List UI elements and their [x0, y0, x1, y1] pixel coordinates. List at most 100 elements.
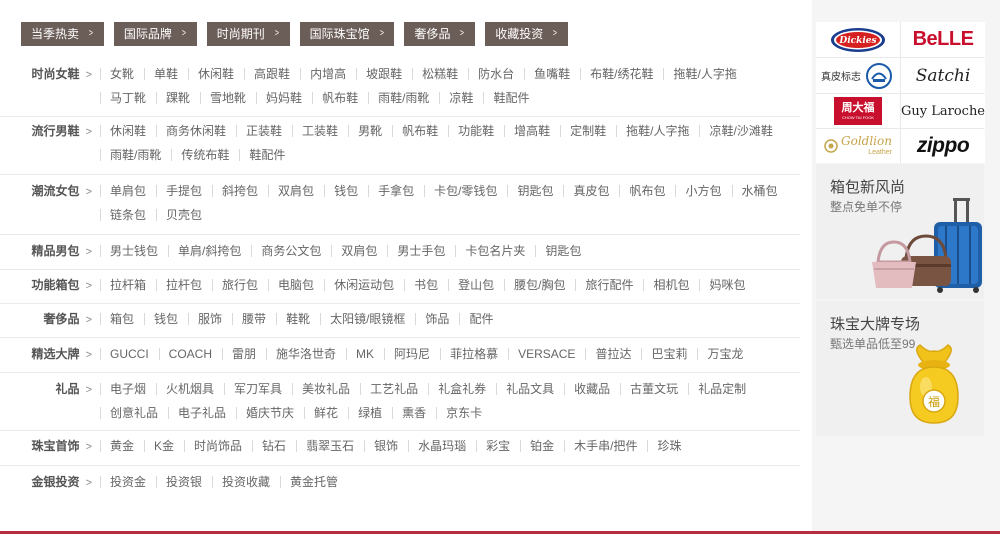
- subcategory-link[interactable]: 定制鞋: [560, 119, 616, 143]
- subcategory-link[interactable]: 商务休闲鞋: [156, 119, 236, 143]
- subcategory-link[interactable]: 凉鞋/沙滩鞋: [699, 119, 782, 143]
- subcategory-link[interactable]: 军刀军具: [224, 377, 292, 401]
- subcategory-link[interactable]: 松糕鞋: [412, 62, 468, 86]
- category-title[interactable]: 潮流女包 >: [0, 179, 100, 227]
- subcategory-link[interactable]: 钥匙包: [507, 179, 563, 203]
- subcategory-link[interactable]: 单鞋: [144, 62, 188, 86]
- subcategory-link[interactable]: 熏香: [392, 401, 436, 425]
- tab-0[interactable]: 当季热卖 >: [21, 22, 104, 46]
- subcategory-link[interactable]: 鱼嘴鞋: [524, 62, 580, 86]
- subcategory-link[interactable]: 投资金: [100, 470, 156, 494]
- subcategory-link[interactable]: 踝靴: [156, 86, 200, 110]
- brand-goldlion[interactable]: Goldlion Leather: [816, 129, 900, 163]
- subcategory-link[interactable]: 贝壳包: [156, 203, 212, 227]
- subcategory-link[interactable]: 拖鞋/人字拖: [663, 62, 746, 86]
- subcategory-link[interactable]: 绿植: [348, 401, 392, 425]
- subcategory-link[interactable]: 旅行配件: [575, 273, 643, 297]
- subcategory-link[interactable]: 妈咪包: [699, 273, 755, 297]
- subcategory-link[interactable]: 礼品文具: [496, 377, 564, 401]
- subcategory-link[interactable]: 古董文玩: [620, 377, 688, 401]
- subcategory-link[interactable]: 木手串/把件: [564, 434, 647, 458]
- brand-satchi[interactable]: Satchi: [901, 58, 985, 93]
- subcategory-link[interactable]: 服饰: [188, 307, 232, 331]
- subcategory-link[interactable]: 电脑包: [268, 273, 324, 297]
- subcategory-link[interactable]: 工艺礼品: [360, 377, 428, 401]
- category-title[interactable]: 功能箱包 >: [0, 273, 100, 298]
- subcategory-link[interactable]: 腰包/胸包: [504, 273, 575, 297]
- subcategory-link[interactable]: 银饰: [364, 434, 408, 458]
- promo-luggage[interactable]: 箱包新风尚 整点免单不停: [816, 164, 984, 299]
- subcategory-link[interactable]: 妈妈鞋: [256, 86, 312, 110]
- subcategory-link[interactable]: 电子礼品: [168, 401, 236, 425]
- subcategory-link[interactable]: 钻石: [252, 434, 296, 458]
- subcategory-link[interactable]: 雨鞋/雨靴: [368, 86, 439, 110]
- subcategory-link[interactable]: 雨鞋/雨靴: [100, 143, 171, 167]
- subcategory-link[interactable]: 巴宝莉: [641, 342, 697, 366]
- tab-1[interactable]: 国际品牌 >: [113, 22, 197, 46]
- subcategory-link[interactable]: 防水台: [468, 62, 524, 86]
- subcategory-link[interactable]: 小方包: [675, 179, 731, 203]
- brand-belle[interactable]: BeLLE: [901, 22, 985, 57]
- subcategory-link[interactable]: 布鞋/绣花鞋: [580, 62, 663, 86]
- subcategory-link[interactable]: 真皮包: [563, 179, 619, 203]
- subcategory-link[interactable]: 鞋配件: [239, 143, 295, 167]
- subcategory-link[interactable]: 鞋配件: [483, 86, 539, 110]
- brand-guylaroche[interactable]: Guy Laroche: [901, 94, 985, 128]
- subcategory-link[interactable]: 内增高: [300, 62, 356, 86]
- tab-2[interactable]: 时尚期刊 >: [206, 22, 290, 46]
- subcategory-link[interactable]: 卡包名片夹: [455, 239, 535, 263]
- subcategory-link[interactable]: 阿玛尼: [384, 342, 440, 366]
- subcategory-link[interactable]: 帆布鞋: [392, 119, 448, 143]
- subcategory-link[interactable]: 拉杆箱: [100, 273, 156, 297]
- subcategory-link[interactable]: 钱包: [324, 179, 368, 203]
- subcategory-link[interactable]: 功能鞋: [448, 119, 504, 143]
- brand-zippo[interactable]: ZIPPO: [901, 129, 985, 163]
- subcategory-link[interactable]: 男靴: [348, 119, 392, 143]
- brand-chowtaifook[interactable]: 周大福 CHOW TAI FOOK: [816, 94, 900, 128]
- subcategory-link[interactable]: 坡跟鞋: [356, 62, 412, 86]
- subcategory-link[interactable]: 箱包: [100, 307, 144, 331]
- subcategory-link[interactable]: 高跟鞋: [244, 62, 300, 86]
- subcategory-link[interactable]: 商务公文包: [251, 239, 331, 263]
- subcategory-link[interactable]: 休闲鞋: [188, 62, 244, 86]
- subcategory-link[interactable]: 礼品定制: [688, 377, 756, 401]
- subcategory-link[interactable]: 正装鞋: [236, 119, 292, 143]
- subcategory-link[interactable]: 书包: [404, 273, 448, 297]
- subcategory-link[interactable]: GUCCI: [100, 342, 159, 366]
- subcategory-link[interactable]: MK: [346, 342, 384, 366]
- subcategory-link[interactable]: 钥匙包: [535, 239, 591, 263]
- subcategory-link[interactable]: VERSACE: [508, 342, 585, 366]
- category-title[interactable]: 精品男包 >: [0, 239, 100, 264]
- subcategory-link[interactable]: 工装鞋: [292, 119, 348, 143]
- subcategory-link[interactable]: 美妆礼品: [292, 377, 360, 401]
- subcategory-link[interactable]: 双肩包: [268, 179, 324, 203]
- tab-5[interactable]: 收藏投资 >: [485, 22, 569, 46]
- tab-4[interactable]: 奢侈品 >: [404, 22, 476, 46]
- subcategory-link[interactable]: 男士手包: [387, 239, 455, 263]
- subcategory-link[interactable]: 普拉达: [585, 342, 641, 366]
- subcategory-link[interactable]: 施华洛世奇: [266, 342, 346, 366]
- subcategory-link[interactable]: COACH: [158, 342, 222, 366]
- subcategory-link[interactable]: 凉鞋: [439, 86, 483, 110]
- subcategory-link[interactable]: 卡包/零钱包: [424, 179, 507, 203]
- subcategory-link[interactable]: 女靴: [100, 62, 144, 86]
- subcategory-link[interactable]: 传统布鞋: [171, 143, 239, 167]
- category-title[interactable]: 精选大牌 >: [0, 342, 100, 367]
- subcategory-link[interactable]: 菲拉格慕: [440, 342, 508, 366]
- subcategory-link[interactable]: 登山包: [448, 273, 504, 297]
- subcategory-link[interactable]: 斜挎包: [212, 179, 268, 203]
- subcategory-link[interactable]: 休闲运动包: [324, 273, 404, 297]
- subcategory-link[interactable]: 手提包: [156, 179, 212, 203]
- subcategory-link[interactable]: 增高鞋: [504, 119, 560, 143]
- subcategory-link[interactable]: 火机烟具: [156, 377, 224, 401]
- subcategory-link[interactable]: 马丁靴: [100, 86, 156, 110]
- subcategory-link[interactable]: 拖鞋/人字拖: [616, 119, 699, 143]
- brand-zhenpi[interactable]: 真皮标志: [816, 58, 900, 93]
- subcategory-link[interactable]: 拉杆包: [156, 273, 212, 297]
- subcategory-link[interactable]: 电子烟: [100, 377, 156, 401]
- category-title[interactable]: 流行男鞋 >: [0, 119, 100, 167]
- subcategory-link[interactable]: 钱包: [144, 307, 188, 331]
- subcategory-link[interactable]: 太阳镜/眼镜框: [320, 307, 415, 331]
- subcategory-link[interactable]: 黄金托管: [280, 470, 348, 494]
- subcategory-link[interactable]: 单肩/斜挎包: [168, 239, 251, 263]
